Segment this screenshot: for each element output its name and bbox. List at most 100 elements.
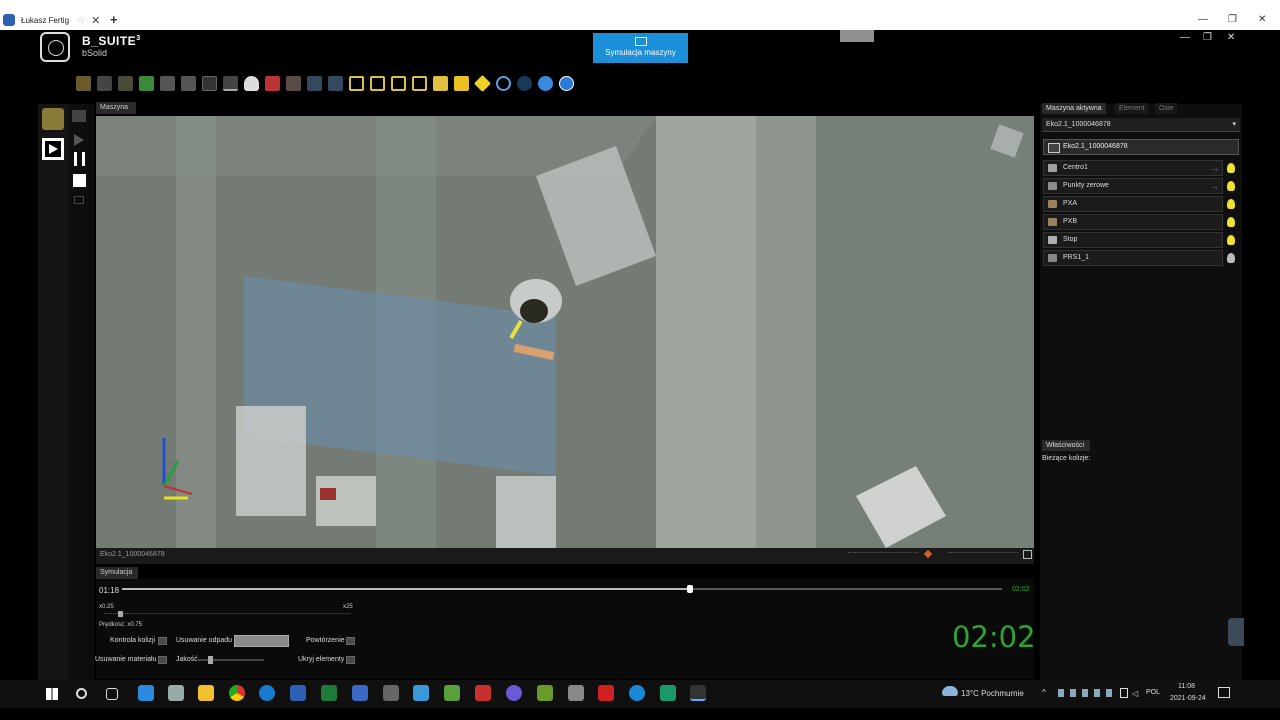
bsuite-task-icon[interactable] xyxy=(690,685,706,701)
zoom-slider[interactable] xyxy=(848,552,918,558)
rotate-icon[interactable] xyxy=(286,75,301,91)
files-app-icon[interactable] xyxy=(660,685,676,701)
machine-select[interactable]: Eko2.1_1000046878 ▾ xyxy=(1042,118,1240,132)
simulation-tab[interactable]: Symulacja xyxy=(96,567,138,579)
shading-icon[interactable] xyxy=(517,75,532,91)
edge-icon[interactable] xyxy=(259,685,275,701)
open-icon[interactable] xyxy=(76,75,91,91)
task-view-icon[interactable] xyxy=(106,688,118,700)
machine-simulation-button[interactable]: Symulacja maszyny xyxy=(593,33,688,63)
new-tab-button[interactable]: + xyxy=(110,12,118,27)
clock-date[interactable]: 2021-09-24 xyxy=(1170,695,1206,702)
repetition-checkbox[interactable] xyxy=(346,637,355,645)
app-s-icon[interactable] xyxy=(383,685,399,701)
notes-icon[interactable] xyxy=(118,75,133,91)
visibility-bulb-icon[interactable] xyxy=(1227,163,1235,173)
tray-chevron-icon[interactable]: ^ xyxy=(1042,688,1046,697)
chrome-icon[interactable] xyxy=(229,685,245,701)
app-close-button[interactable]: ✕ xyxy=(1227,32,1235,43)
notification-icon[interactable] xyxy=(1218,687,1230,698)
tree-item-pxb[interactable]: PXB xyxy=(1043,214,1223,230)
speed-thumb[interactable] xyxy=(118,611,123,617)
visibility-bulb-icon[interactable] xyxy=(1227,181,1235,191)
pen-app-icon[interactable] xyxy=(138,685,154,701)
timeline-slider[interactable] xyxy=(122,585,1002,593)
waste-removal-select[interactable] xyxy=(234,635,289,647)
tree-item-stop[interactable]: Stop xyxy=(1043,232,1223,248)
tab-element[interactable]: Element xyxy=(1115,103,1149,114)
machine-mode-icon[interactable] xyxy=(42,108,64,130)
step-icon[interactable] xyxy=(74,196,84,204)
pdf-icon[interactable] xyxy=(598,685,614,701)
file-explorer-icon[interactable] xyxy=(198,685,214,701)
export-icon[interactable] xyxy=(139,75,154,91)
copy-icon[interactable] xyxy=(160,75,175,91)
tree-item-prs1-1[interactable]: PRS1_1 xyxy=(1043,250,1223,266)
transparency-slider[interactable] xyxy=(948,552,1018,558)
tab-active-machine[interactable]: Maszyna aktywna xyxy=(1042,103,1106,114)
save-icon[interactable] xyxy=(97,75,112,91)
side-widget-icon[interactable] xyxy=(1228,618,1244,646)
tool-app-icon[interactable] xyxy=(475,685,491,701)
photo-app-icon[interactable] xyxy=(568,685,584,701)
visibility-bulb-icon[interactable] xyxy=(1227,217,1235,227)
tab-close-icon[interactable]: ✕ xyxy=(91,14,100,27)
weather-text[interactable]: 13°C Pochmurnie xyxy=(961,689,1024,698)
pause-icon[interactable] xyxy=(74,152,85,166)
zoom-icon[interactable] xyxy=(265,75,280,91)
excel-icon[interactable] xyxy=(321,685,337,701)
render-icon[interactable] xyxy=(538,75,553,91)
teamviewer-icon[interactable] xyxy=(629,685,645,701)
app-g-icon[interactable] xyxy=(352,685,368,701)
search-icon[interactable] xyxy=(76,688,87,699)
speed-slider[interactable] xyxy=(104,613,350,614)
play-icon[interactable] xyxy=(74,134,84,146)
tree-item-centro1[interactable]: Centro1 → xyxy=(1043,160,1223,176)
browser-close-button[interactable]: ✕ xyxy=(1258,14,1266,25)
paste-icon[interactable] xyxy=(181,75,196,91)
fit-view-icon[interactable] xyxy=(1023,550,1032,559)
properties-tab[interactable]: Właściwości xyxy=(1042,440,1090,451)
browser-tab[interactable]: Łukasz Fertig ☆ ✕ xyxy=(0,10,104,30)
view-right-icon[interactable] xyxy=(412,75,427,91)
clock-time[interactable]: 11:08 xyxy=(1178,683,1195,690)
record-icon[interactable] xyxy=(72,110,86,122)
redo-icon[interactable] xyxy=(328,75,343,91)
stop-icon[interactable] xyxy=(73,174,86,187)
app-minimize-button[interactable]: — xyxy=(1180,32,1190,43)
browser-minimize-button[interactable]: — xyxy=(1198,14,1208,25)
3d-machine-viewport[interactable] xyxy=(96,116,1034,548)
machine-root-item[interactable]: Eko2.1_1000046878 xyxy=(1043,139,1239,155)
hide-elements-checkbox[interactable] xyxy=(346,656,355,664)
quality-thumb[interactable] xyxy=(208,656,213,664)
printer-app-icon[interactable] xyxy=(168,685,184,701)
undo-icon[interactable] xyxy=(307,75,322,91)
tree-item-pxa[interactable]: PXA xyxy=(1043,196,1223,212)
play-panel-icon[interactable] xyxy=(42,138,64,160)
tree-item-punkty-zerowe[interactable]: Punkty zerowe → xyxy=(1043,178,1223,194)
volume-icon[interactable]: ◁ xyxy=(1132,689,1138,698)
view-iso-icon[interactable] xyxy=(474,74,491,92)
windows-start-icon[interactable] xyxy=(46,688,58,700)
layout-selector[interactable] xyxy=(840,30,874,42)
arrow-right-icon[interactable]: → xyxy=(1210,161,1219,175)
help-icon[interactable] xyxy=(559,75,574,91)
network-icon[interactable] xyxy=(1120,688,1128,698)
view-left-icon[interactable] xyxy=(391,75,406,91)
view-top-icon[interactable] xyxy=(433,75,448,91)
visibility-bulb-icon[interactable] xyxy=(1227,253,1235,263)
charts-app-icon[interactable] xyxy=(537,685,553,701)
view-bottom-icon[interactable] xyxy=(454,75,469,91)
spreadsheet-app-icon[interactable] xyxy=(444,685,460,701)
viewport-tab[interactable]: Maszyna xyxy=(96,102,136,114)
pan-hand-icon[interactable] xyxy=(244,75,259,91)
view-back-icon[interactable] xyxy=(370,75,385,91)
material-removal-checkbox[interactable] xyxy=(158,656,167,664)
view-front-icon[interactable] xyxy=(349,75,364,91)
crosshair-icon[interactable] xyxy=(202,75,217,91)
app-restore-button[interactable]: ❐ xyxy=(1203,32,1212,43)
arrow-right-icon[interactable]: → xyxy=(1210,179,1219,193)
visibility-bulb-icon[interactable] xyxy=(1227,235,1235,245)
view-icon[interactable] xyxy=(223,75,238,91)
collision-control-checkbox[interactable] xyxy=(158,637,167,645)
